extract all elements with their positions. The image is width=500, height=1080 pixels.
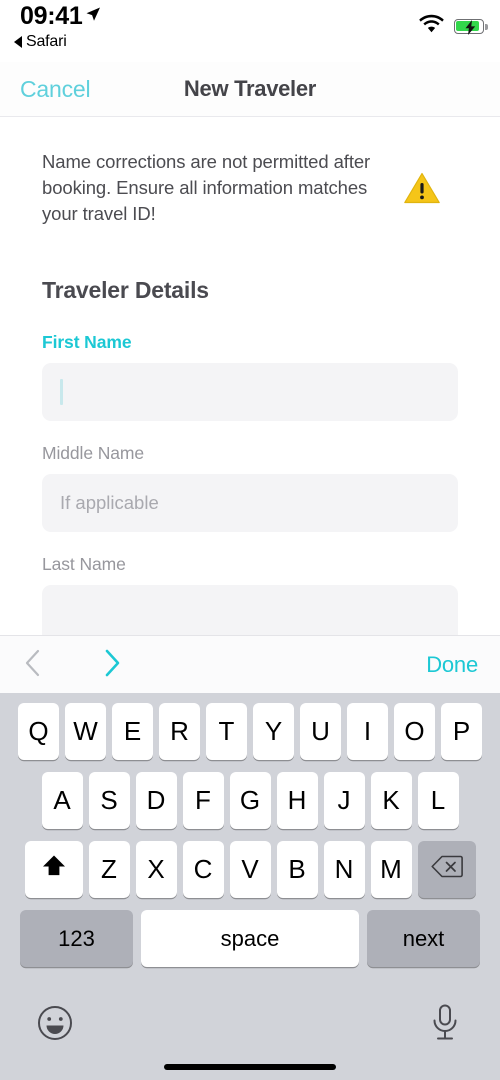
key-w[interactable]: W (65, 703, 106, 760)
key-z[interactable]: Z (88, 841, 130, 898)
shift-up-arrow-icon (41, 853, 67, 886)
previous-field-button[interactable] (6, 639, 58, 691)
field-group-last-name: Last Name (42, 554, 458, 635)
status-time-row: 09:41 (20, 4, 101, 29)
form-content: Name corrections are not permitted after… (0, 117, 500, 635)
shift-key[interactable] (24, 841, 83, 898)
section-title-traveler-details: Traveler Details (42, 277, 209, 303)
key-u[interactable]: U (300, 703, 341, 760)
middle-name-label: Middle Name (42, 443, 144, 463)
status-bar: 09:41 Safari (0, 0, 500, 62)
space-key[interactable]: space (141, 910, 359, 967)
key-y[interactable]: Y (253, 703, 294, 760)
status-time: 09:41 (20, 2, 83, 30)
status-bar-left: 09:41 Safari (14, 4, 101, 51)
emoji-smiley-icon (36, 1005, 74, 1045)
dictation-key[interactable] (424, 1003, 466, 1045)
key-p[interactable]: P (441, 703, 482, 760)
key-l[interactable]: L (417, 772, 459, 829)
key-c[interactable]: C (182, 841, 224, 898)
location-arrow-icon (85, 6, 101, 22)
cancel-button[interactable]: Cancel (20, 76, 91, 103)
first-name-label: First Name (42, 332, 132, 352)
key-m[interactable]: M (370, 841, 412, 898)
home-indicator[interactable] (164, 1064, 336, 1070)
keyboard-row-3: Z X C V B N M (0, 829, 500, 898)
battery-charging-icon (454, 18, 488, 35)
key-b[interactable]: B (276, 841, 318, 898)
keyboard-row-4: 123 space next (0, 898, 500, 967)
name-warning-notice: Name corrections are not permitted after… (0, 117, 500, 227)
backspace-key[interactable] (417, 841, 476, 898)
next-field-button[interactable] (86, 639, 138, 691)
key-o[interactable]: O (394, 703, 435, 760)
back-to-safari-button[interactable]: Safari (14, 33, 67, 51)
key-t[interactable]: T (206, 703, 247, 760)
keyboard-row-1: Q W E R T Y U I O P (0, 693, 500, 760)
key-e[interactable]: E (112, 703, 153, 760)
return-next-key[interactable]: next (367, 910, 480, 967)
field-group-middle-name: Middle Name If applicable (42, 443, 458, 532)
key-v[interactable]: V (229, 841, 271, 898)
key-i[interactable]: I (347, 703, 388, 760)
backspace-delete-icon (430, 854, 463, 885)
key-r[interactable]: R (159, 703, 200, 760)
wifi-icon (419, 14, 444, 38)
back-app-label: Safari (26, 33, 67, 50)
back-triangle-icon (14, 36, 22, 48)
chevron-left-icon (24, 649, 41, 680)
key-j[interactable]: J (323, 772, 365, 829)
key-h[interactable]: H (276, 772, 318, 829)
key-q[interactable]: Q (18, 703, 59, 760)
phone-screen: 09:41 Safari Cancel New Traveler Name co… (0, 0, 500, 1080)
key-k[interactable]: K (370, 772, 412, 829)
key-g[interactable]: G (229, 772, 271, 829)
warning-text: Name corrections are not permitted after… (42, 151, 371, 224)
keyboard-done-button[interactable]: Done (426, 652, 478, 678)
last-name-input[interactable] (42, 585, 458, 635)
key-f[interactable]: F (182, 772, 224, 829)
microphone-icon (428, 1004, 462, 1046)
keyboard-bottom-bar (0, 990, 500, 1080)
keyboard-row-2: A S D F G H J K L (0, 760, 500, 829)
navigation-bar: Cancel New Traveler (0, 62, 500, 117)
field-group-first-name: First Name (42, 332, 458, 421)
last-name-label: Last Name (42, 554, 126, 574)
middle-name-input[interactable]: If applicable (42, 474, 458, 532)
chevron-right-icon (104, 649, 121, 680)
charging-bolt-icon (464, 19, 477, 35)
key-d[interactable]: D (135, 772, 177, 829)
status-bar-right (419, 14, 488, 38)
on-screen-keyboard: Q W E R T Y U I O P A S D F G H J K L Z … (0, 693, 500, 1080)
emoji-key[interactable] (34, 1003, 76, 1045)
numeric-mode-key[interactable]: 123 (20, 910, 133, 967)
key-n[interactable]: N (323, 841, 365, 898)
keyboard-accessory-bar: Done (0, 635, 500, 693)
key-x[interactable]: X (135, 841, 177, 898)
first-name-input[interactable] (42, 363, 458, 421)
key-s[interactable]: S (88, 772, 130, 829)
text-caret (60, 379, 63, 405)
warning-triangle-icon (402, 168, 442, 208)
key-a[interactable]: A (41, 772, 83, 829)
